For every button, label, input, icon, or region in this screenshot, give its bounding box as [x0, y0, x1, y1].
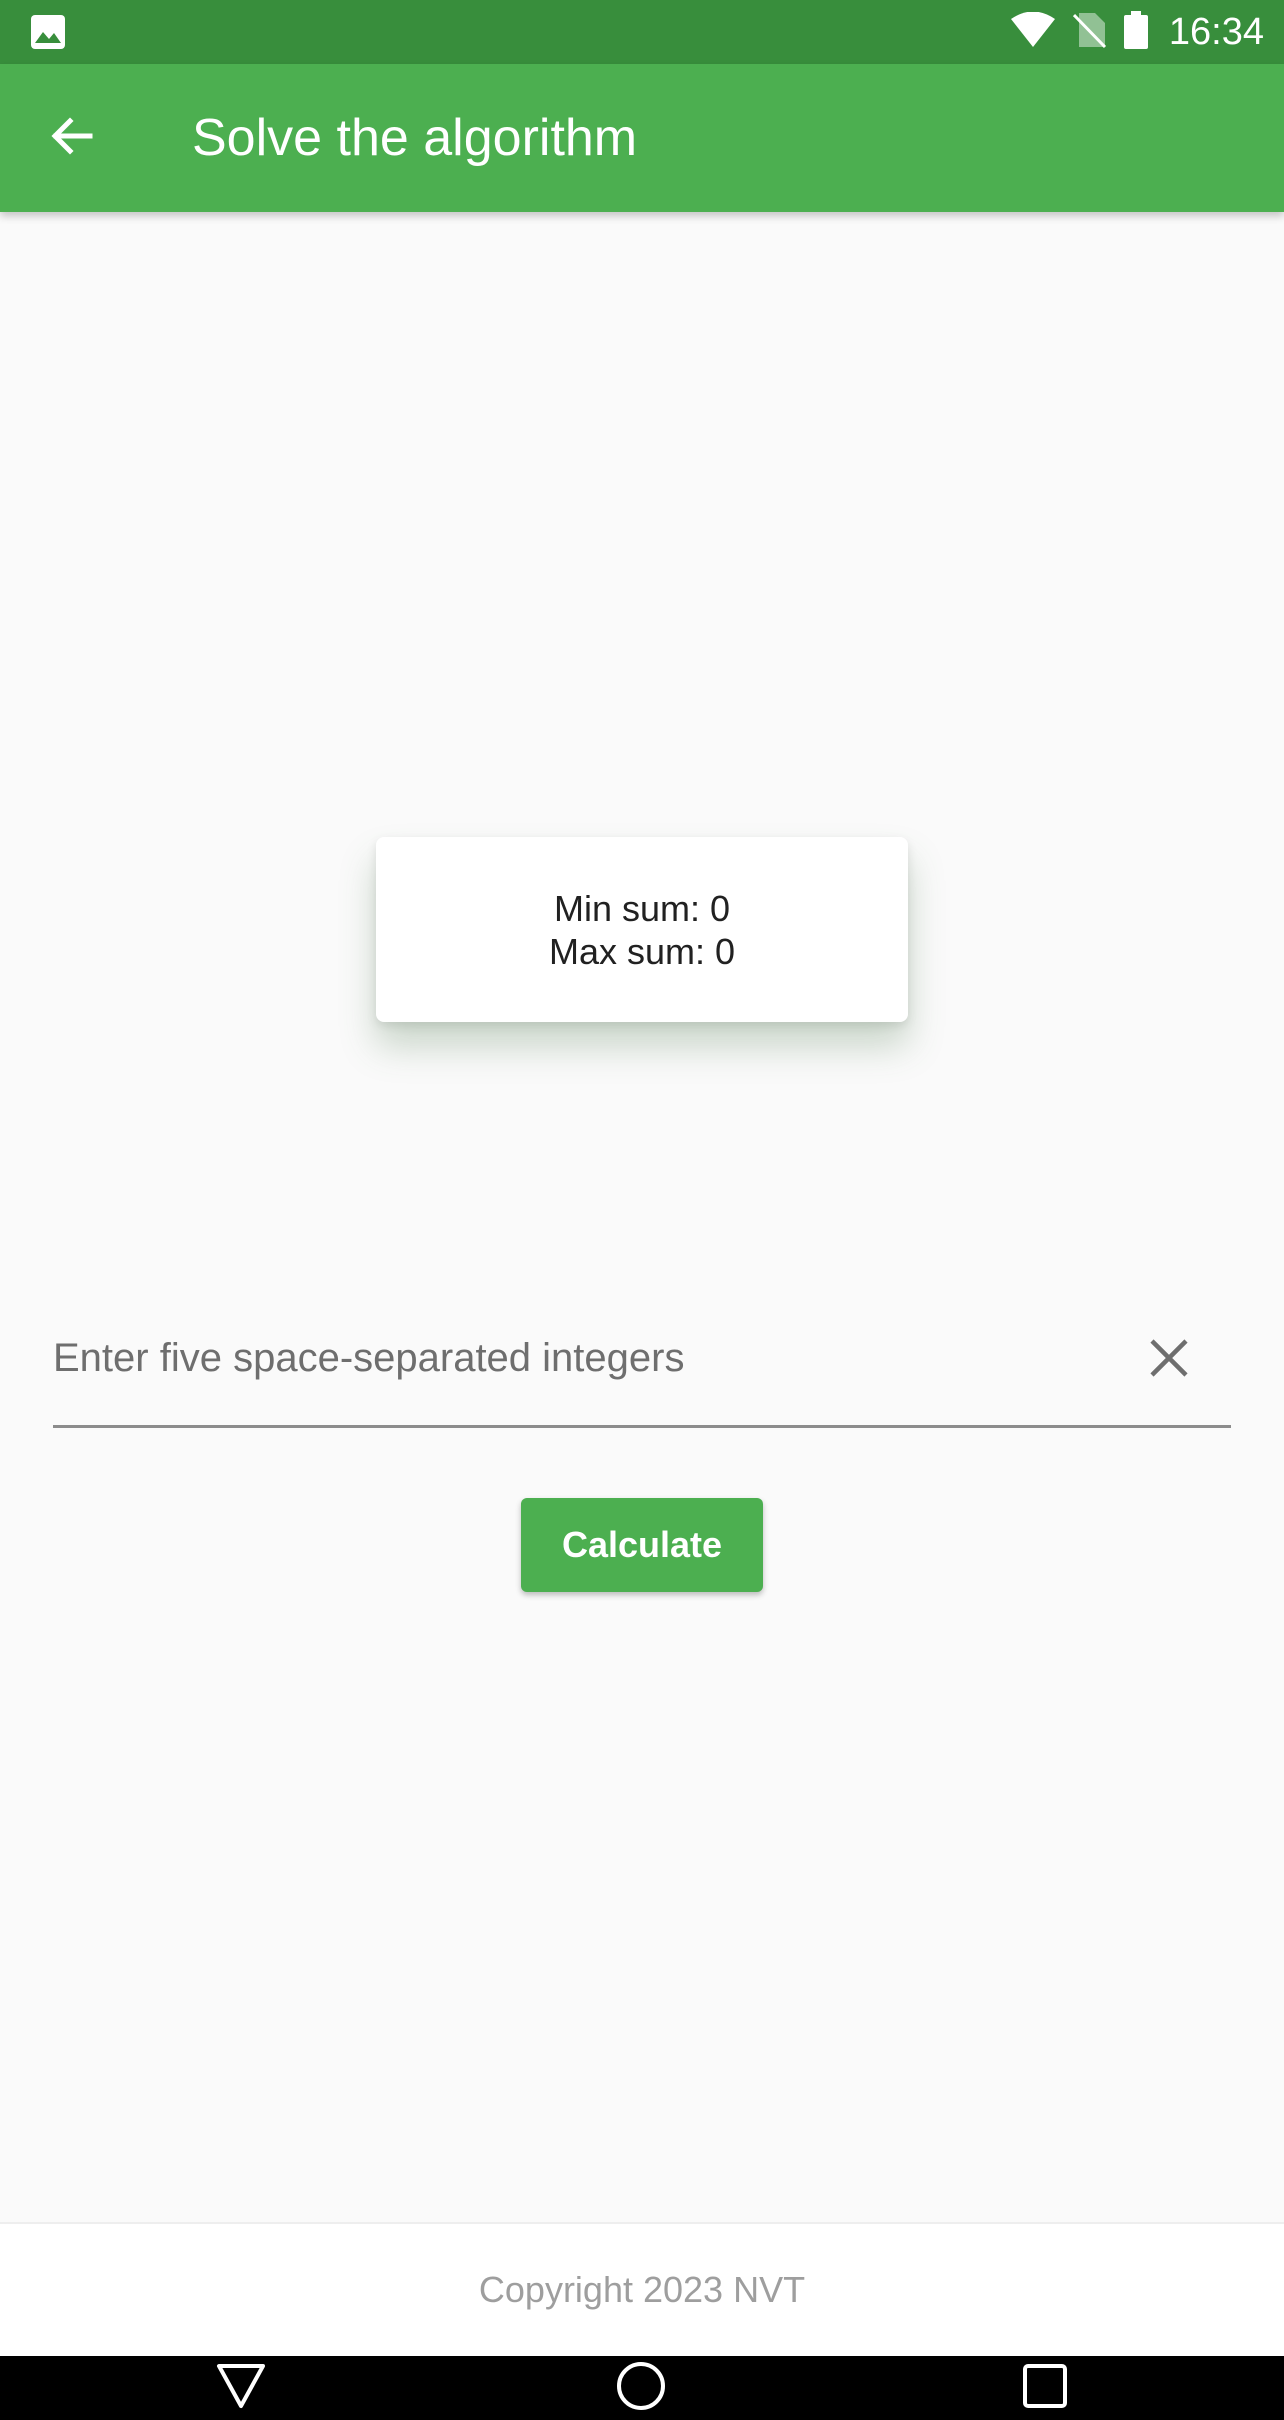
gallery-icon: [30, 14, 66, 50]
min-sum-text: Min sum: 0: [553, 887, 731, 929]
home-circle-icon: [615, 2360, 667, 2417]
back-triangle-icon: [215, 2362, 267, 2415]
footer: Copyright 2023 NVT: [0, 2222, 1284, 2356]
nav-home-button[interactable]: [586, 2356, 696, 2420]
clear-input-button[interactable]: [1133, 1324, 1205, 1396]
back-button[interactable]: [32, 98, 112, 178]
nav-back-button[interactable]: [186, 2356, 296, 2420]
integers-input[interactable]: [53, 1310, 1113, 1406]
result-card: Min sum: 0 Max sum: 0: [376, 837, 908, 1022]
max-sum-text: Max sum: 0: [548, 930, 736, 972]
integers-input-field: [53, 1310, 1231, 1428]
battery-icon: [1123, 10, 1149, 54]
copyright-text: Copyright 2023 NVT: [478, 2269, 806, 2310]
nav-recents-button[interactable]: [990, 2356, 1100, 2420]
recents-square-icon: [1021, 2362, 1069, 2415]
page-title: Solve the algorithm: [192, 109, 638, 167]
wifi-icon: [1009, 11, 1057, 53]
status-time: 16:34: [1168, 10, 1264, 53]
system-nav-bar: [0, 2356, 1284, 2420]
app-bar: Solve the algorithm: [0, 64, 1284, 212]
status-bar: 16:34: [0, 0, 1284, 64]
calculate-button[interactable]: Calculate: [521, 1498, 763, 1592]
arrow-back-icon: [48, 112, 96, 165]
close-icon: [1149, 1338, 1189, 1383]
no-sim-icon: [1072, 11, 1107, 54]
